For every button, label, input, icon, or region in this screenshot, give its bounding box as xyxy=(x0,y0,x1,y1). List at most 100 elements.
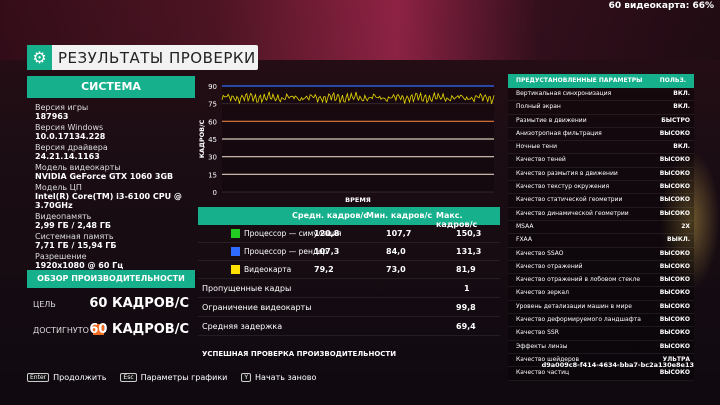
param-label: Уровень детализации машин в мире xyxy=(516,302,632,310)
system-item-value: 2,99 ГБ / 2,48 ГБ xyxy=(35,221,111,230)
param-value: ВКЛ. xyxy=(673,143,690,151)
param-row: Качество теней ВЫСОКО xyxy=(508,154,694,168)
row-label: Видеокарта xyxy=(244,265,292,274)
param-label: Качество частиц xyxy=(516,369,570,377)
session-guid: d9a009c8-f414-4634-bba7-bc2a130e8e13 xyxy=(541,361,694,369)
param-row: Качество отражений ВЫСОКО xyxy=(508,260,694,275)
row-max: 81,9 xyxy=(456,265,476,274)
param-value: ВЫСОКО xyxy=(659,276,690,284)
param-row: Качество деформируемого ландшафта ВЫСОКО xyxy=(508,314,694,328)
param-row: Эффекты линзы ВЫСОКО xyxy=(508,340,694,354)
system-header: СИСТЕМА xyxy=(27,76,195,98)
system-item-value: 10.0.17134.228 xyxy=(35,132,106,141)
row-max: 150,3 xyxy=(456,229,482,238)
param-row: Качество динамической геометрии ВЫСОКО xyxy=(508,207,694,221)
stat-label: Средняя задержка xyxy=(202,322,283,331)
y-tick-label: 60 xyxy=(208,118,217,126)
stat-row: Пропущенные кадры 1 xyxy=(198,279,500,298)
fps-overlay: 60 видеокарта: 66% xyxy=(608,1,714,11)
params-header: ПРЕДУСТАНОВЛЕННЫЕ ПАРАМЕТРЫ ПОЛЬЗ. xyxy=(508,74,694,88)
param-label: Размытие в движении xyxy=(516,116,587,124)
row-min: 73,0 xyxy=(386,265,406,274)
col-min-header: Мин. кадров/с xyxy=(366,211,433,220)
param-label: MSAA xyxy=(516,222,534,230)
fps-chart: 0 15 30 45 60 75 90 КАДРОВ/С ВРЕМЯ xyxy=(198,80,498,205)
param-label: Анизотропная фильтрация xyxy=(516,129,602,137)
system-item: Системная память 7,71 ГБ / 15,94 ГБ xyxy=(35,232,200,250)
continue-hint[interactable]: Продолжить xyxy=(53,373,106,382)
param-row: Размытие в движении БЫСТРО xyxy=(508,114,694,128)
achieved-value: 60 КАДРОВ/С xyxy=(89,322,189,337)
target-label: ЦЕЛЬ xyxy=(33,300,56,309)
system-item-label: Разрешение xyxy=(35,252,87,261)
gear-icon: ⚙ xyxy=(27,45,52,70)
success-message: УСПЕШНАЯ ПРОВЕРКА ПРОИЗВОДИТЕЛЬНОСТИ xyxy=(201,350,397,358)
param-value: ВЫСОКО xyxy=(659,289,690,297)
param-label: Качество зеркал xyxy=(516,289,569,297)
row-avg: 120,8 xyxy=(314,229,340,238)
param-row: Анизотропная фильтрация ВЫСОКО xyxy=(508,127,694,142)
param-row: Вертикальная синхронизация ВКЛ. xyxy=(508,88,694,102)
achieved-row: ДОСТИГНУТО 60 КАДРОВ/С xyxy=(27,322,195,340)
system-item-label: Системная память xyxy=(35,232,114,241)
enter-key-icon[interactable]: Enter xyxy=(27,373,50,382)
system-item: Версия драйвера 24.21.14.1163 xyxy=(35,143,200,161)
param-label: Качество отражений xyxy=(516,262,583,270)
param-label: Качество SSAO xyxy=(516,249,564,257)
stat-row: Ограничение видеокарты 99,8 xyxy=(198,298,500,317)
row-avg: 107,3 xyxy=(314,247,340,256)
system-item-value: 7,71 ГБ / 15,94 ГБ xyxy=(35,241,117,250)
system-item-value: NVIDIA GeForce GTX 1060 3GB xyxy=(35,172,174,181)
row-max: 131,3 xyxy=(456,247,482,256)
param-label: Качество теней xyxy=(516,156,566,164)
stat-label: Ограничение видеокарты xyxy=(202,303,312,312)
param-label: Качество динамической геометрии xyxy=(516,209,629,217)
table-row: Видеокарта 79,2 73,0 81,9 xyxy=(198,261,500,279)
system-item: Версия игры 187963 xyxy=(35,103,200,121)
graphics-settings-hint[interactable]: Параметры графики xyxy=(141,373,228,382)
y-tick-label: 30 xyxy=(208,154,217,162)
fps-table: Средн. кадров/с Мин. кадров/с Макс. кадр… xyxy=(198,207,500,336)
system-item: Видеопамять 2,99 ГБ / 2,48 ГБ xyxy=(35,212,200,230)
params-preset: ПОЛЬЗ. xyxy=(659,77,686,84)
esc-key-icon[interactable]: Esc xyxy=(120,373,137,382)
params-title: ПРЕДУСТАНОВЛЕННЫЕ ПАРАМЕТРЫ xyxy=(516,77,643,84)
y-tick-label: 75 xyxy=(208,101,217,109)
achieved-label: ДОСТИГНУТО xyxy=(33,326,89,335)
param-value: 2X xyxy=(681,222,690,230)
param-row: MSAA 2X xyxy=(508,220,694,235)
param-row: Качество частиц ВЫСОКО xyxy=(508,367,694,381)
params-list: Вертикальная синхронизация ВКЛ. Полный экр… xyxy=(508,88,694,381)
stat-row: Средняя задержка 69,4 xyxy=(198,317,500,336)
system-item-value: Intel(R) Core(TM) i3-6100 CPU @ 3.70GHz xyxy=(35,192,182,210)
param-row: Качество зеркал ВЫСОКО xyxy=(508,287,694,301)
param-row: Уровень детализации машин в мире ВЫСОКО xyxy=(508,300,694,315)
system-info-list: Версия игры 187963 Версия Windows 10.0.171… xyxy=(35,103,200,272)
table-row: Процессор — симуляция 120,8 107,7 150,3 xyxy=(198,225,500,243)
series-swatch xyxy=(231,229,240,238)
param-value: ВЫСОКО xyxy=(659,156,690,164)
param-label: Качество статической геометрии xyxy=(516,196,623,204)
y-tick-label: 90 xyxy=(208,83,217,91)
y-tick-label: 45 xyxy=(208,136,217,144)
param-label: Вертикальная синхронизация xyxy=(516,90,612,97)
system-item-label: Модель видеокарты xyxy=(35,163,121,172)
param-value: ВЫСОКО xyxy=(659,342,690,350)
param-label: Эффекты линзы xyxy=(516,342,568,350)
system-item-value: 187963 xyxy=(35,112,69,121)
restart-hint[interactable]: Начать заново xyxy=(255,373,316,382)
system-item-value: 1920x1080 @ 60 Гц xyxy=(35,261,124,270)
y-tick-label: 15 xyxy=(208,171,217,179)
param-row: Полный экран ВКЛ. xyxy=(508,101,694,115)
y-key-icon[interactable]: Y xyxy=(241,373,252,382)
target-value: 60 КАДРОВ/С xyxy=(89,296,189,311)
param-value: ВЫСОКО xyxy=(659,262,690,270)
param-value: ВЫКЛ. xyxy=(667,236,690,244)
param-label: FXAA xyxy=(516,236,532,244)
param-label: Полный экран xyxy=(516,103,561,111)
system-item: Модель видеокарты NVIDIA GeForce GTX 1060… xyxy=(35,163,200,181)
col-avg-header: Средн. кадров/с xyxy=(292,211,369,220)
param-value: ВКЛ. xyxy=(673,90,690,97)
stat-label: Пропущенные кадры xyxy=(202,284,292,293)
table-row: Процессор — рендер 107,3 84,0 131,3 xyxy=(198,243,500,261)
